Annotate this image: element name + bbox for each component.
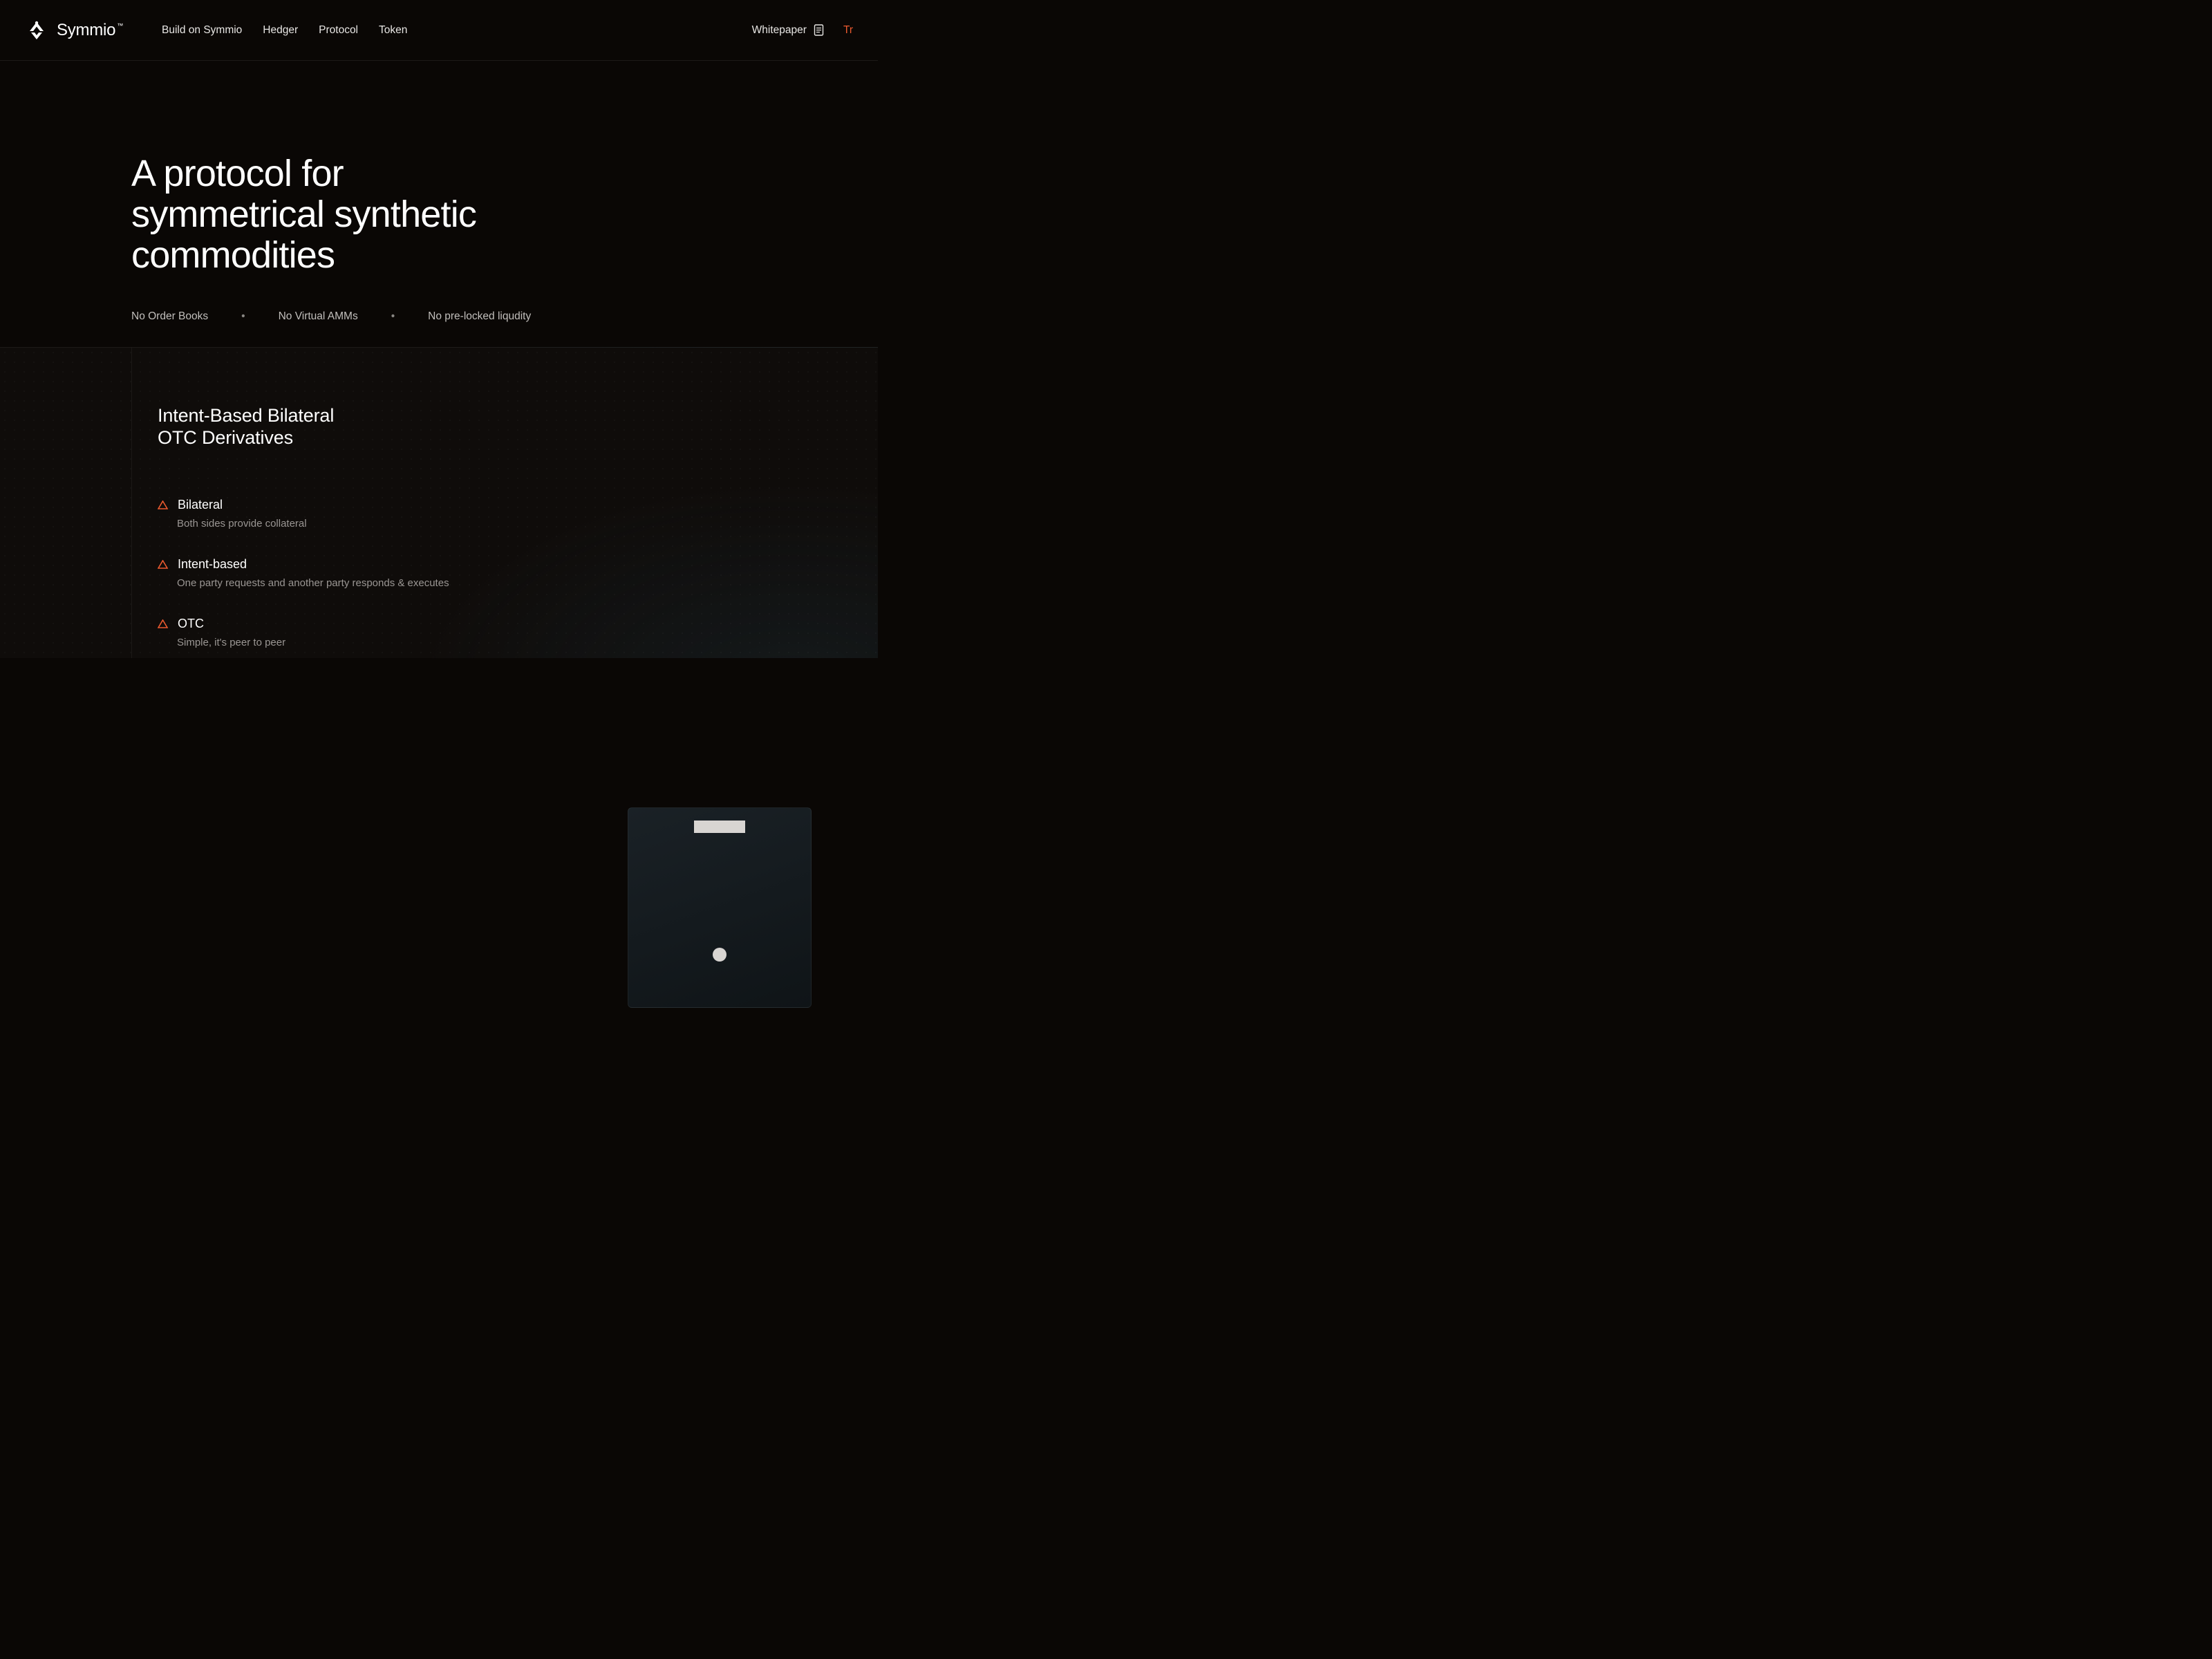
hero-bullets: No Order Books • No Virtual AMMs • No pr… xyxy=(131,310,878,323)
feature-list: Bilateral Both sides provide collateral … xyxy=(158,498,878,648)
whitepaper-link[interactable]: Whitepaper xyxy=(752,24,824,37)
bullet-no-order-books: No Order Books xyxy=(131,310,208,323)
feature-desc: Simple, it's peer to peer xyxy=(177,637,878,648)
triangle-icon xyxy=(158,500,168,509)
panel-bar xyxy=(694,821,745,833)
triangle-icon xyxy=(158,619,168,628)
nav-token[interactable]: Token xyxy=(379,24,407,37)
nav-protocol[interactable]: Protocol xyxy=(319,24,358,37)
panel-dot xyxy=(713,948,727,962)
bullet-no-prelocked: No pre-locked liqudity xyxy=(428,310,531,323)
brand-name: Symmio™ xyxy=(57,21,123,40)
bullet-separator: • xyxy=(391,310,395,323)
illustration-panel xyxy=(628,807,812,1008)
hero-title: A protocol for symmetrical synthetic com… xyxy=(131,153,546,276)
symmio-logo-icon xyxy=(25,21,48,40)
triangle-icon xyxy=(158,560,168,569)
document-icon xyxy=(814,24,824,36)
bullet-no-virtual-amms: No Virtual AMMs xyxy=(279,310,358,323)
nav-hedger[interactable]: Hedger xyxy=(263,24,298,37)
feature-name: Bilateral xyxy=(178,498,223,512)
nav-build[interactable]: Build on Symmio xyxy=(162,24,242,37)
feature-intent-based: Intent-based One party requests and anot… xyxy=(158,557,878,589)
brand-logo[interactable]: Symmio™ xyxy=(25,21,123,40)
hero: A protocol for symmetrical synthetic com… xyxy=(0,61,878,323)
header-right: Whitepaper Tr xyxy=(752,24,853,37)
features-section: Intent-Based Bilateral OTC Derivatives B… xyxy=(0,347,878,658)
whitepaper-label: Whitepaper xyxy=(752,24,807,37)
header: Symmio™ Build on Symmio Hedger Protocol … xyxy=(0,0,878,61)
bullet-separator: • xyxy=(241,310,245,323)
feature-name: Intent-based xyxy=(178,557,247,572)
feature-otc: OTC Simple, it's peer to peer xyxy=(158,617,878,648)
feature-bilateral: Bilateral Both sides provide collateral xyxy=(158,498,878,529)
primary-nav: Build on Symmio Hedger Protocol Token xyxy=(162,24,407,37)
feature-desc: One party requests and another party res… xyxy=(177,577,878,589)
trade-link[interactable]: Tr xyxy=(843,24,853,37)
feature-desc: Both sides provide collateral xyxy=(177,518,878,529)
feature-name: OTC xyxy=(178,617,204,631)
features-title: Intent-Based Bilateral OTC Derivatives xyxy=(158,404,878,449)
